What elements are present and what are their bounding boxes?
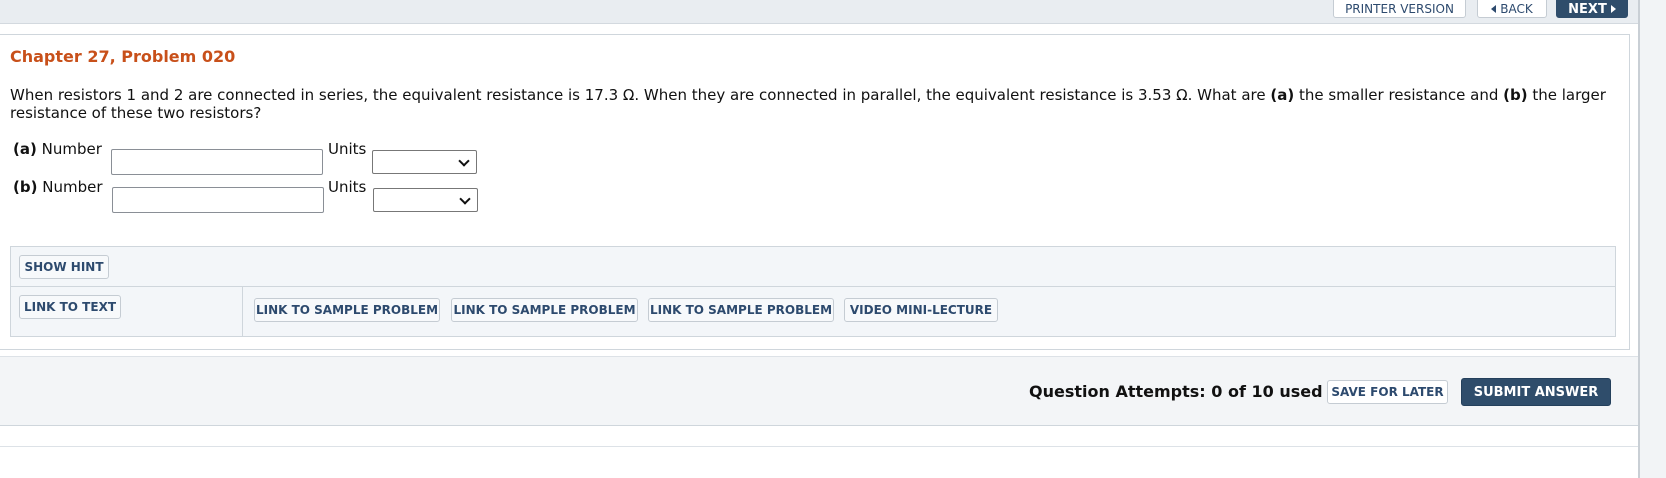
sample-problem-button-3[interactable]: LINK TO SAMPLE PROBLEM [648, 298, 834, 322]
vertical-scrollbar[interactable] [1638, 0, 1666, 478]
next-button[interactable]: NEXT [1556, 0, 1628, 18]
sample-problem-label-2: LINK TO SAMPLE PROBLEM [453, 303, 636, 317]
printer-version-label: PRINTER VERSION [1345, 2, 1454, 16]
show-hint-button[interactable]: SHOW HINT [19, 255, 109, 279]
sample-problem-button-2[interactable]: LINK TO SAMPLE PROBLEM [451, 298, 638, 322]
video-mini-lecture-label: VIDEO MINI-LECTURE [849, 303, 993, 317]
bottom-divider [0, 446, 1638, 447]
sample-problem-label-1: LINK TO SAMPLE PROBLEM [255, 303, 439, 317]
submit-answer-label: SUBMIT ANSWER [1473, 384, 1599, 400]
next-label: NEXT [1568, 1, 1607, 17]
help-divider-vertical [242, 287, 243, 337]
link-to-text-button[interactable]: LINK TO TEXT [19, 295, 121, 319]
question-attempts: Question Attempts: 0 of 10 used [1029, 382, 1323, 401]
printer-version-button[interactable]: PRINTER VERSION [1333, 0, 1466, 18]
chevron-down-icon [459, 193, 471, 205]
help-divider [10, 286, 1616, 287]
problem-text: When resistors 1 and 2 are connected in … [10, 86, 1606, 122]
caret-right-icon [1610, 5, 1616, 13]
sample-problem-label-3: LINK TO SAMPLE PROBLEM [649, 303, 833, 317]
answer-a-units-label: Units [328, 140, 367, 158]
problem-title: Chapter 27, Problem 020 [10, 47, 236, 66]
answer-a-units-select[interactable] [372, 150, 477, 174]
answer-a-number-label: Number [41, 140, 102, 158]
answer-b-number-label: Number [42, 178, 103, 196]
answer-b-units-label: Units [328, 178, 367, 196]
caret-left-icon [1491, 5, 1497, 13]
help-resources-box [10, 246, 1616, 337]
chevron-down-icon [458, 155, 470, 167]
save-for-later-button[interactable]: SAVE FOR LATER [1327, 380, 1448, 404]
submit-answer-button[interactable]: SUBMIT ANSWER [1461, 378, 1611, 406]
save-for-later-label: SAVE FOR LATER [1331, 385, 1444, 399]
back-label: BACK [1500, 2, 1533, 16]
answer-a-number-input[interactable] [111, 149, 323, 175]
answer-a-label: (a) Number [13, 140, 102, 158]
show-hint-label: SHOW HINT [24, 260, 104, 274]
back-button[interactable]: BACK [1477, 0, 1547, 18]
answer-b-label: (b) Number [13, 178, 103, 196]
answer-b-units-select[interactable] [373, 188, 478, 212]
video-mini-lecture-button[interactable]: VIDEO MINI-LECTURE [844, 298, 998, 322]
sample-problem-button-1[interactable]: LINK TO SAMPLE PROBLEM [254, 298, 440, 322]
answer-b-number-input[interactable] [112, 187, 324, 213]
answer-a-part: (a) [13, 140, 37, 158]
answer-b-part: (b) [13, 178, 38, 196]
link-to-text-label: LINK TO TEXT [23, 300, 116, 314]
